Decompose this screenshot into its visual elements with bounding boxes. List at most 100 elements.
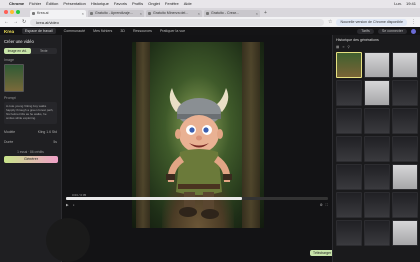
close-tab-icon[interactable]: × [256,10,258,17]
model-label: Modèle [4,130,16,134]
history-thumbnail[interactable] [364,52,390,78]
menu-fichier[interactable]: Fichier [29,0,41,8]
tab-title: Krea.ai [37,11,49,15]
menu-fenetre[interactable]: Fenêtre [165,0,179,8]
model-value[interactable]: Kling 1.6 Std [38,130,57,134]
history-thumbnail[interactable] [364,220,390,246]
duration-value[interactable]: 5s [53,140,57,144]
history-thumbnail[interactable] [364,136,390,162]
close-window-icon[interactable] [4,10,8,14]
browser-tab-strip: Krea.ai × Gratuito - Aprendizaje... × Gr… [0,8,420,17]
history-thumbnail[interactable] [336,136,362,162]
model-row[interactable]: Modèle Kling 1.6 Std [4,130,57,134]
source-image-thumbnail[interactable] [4,64,24,92]
app-header: Krea Espace de travail Communauté Mes fi… [0,27,420,35]
menu-onglet[interactable]: Onglet [148,0,160,8]
reload-icon[interactable]: ↻ [22,19,26,25]
menubar-app-name[interactable]: Chrome [9,0,24,8]
favicon-icon [90,12,93,15]
mode-text[interactable]: Texte [31,48,58,54]
krea-logo[interactable]: Krea [4,29,14,34]
sidebar-title: Créer une vidéo [4,39,34,44]
play-icon[interactable]: ▶ [66,203,69,207]
forward-icon[interactable]: → [13,19,18,25]
browser-menu-icon[interactable]: ⋮ [411,19,416,25]
grid-icon[interactable]: ▦ [336,45,339,49]
history-title: Historique des générations [336,38,379,42]
close-tab-icon[interactable]: × [82,10,84,17]
browser-tab-1[interactable]: Krea.ai × [30,10,86,17]
history-thumbnail[interactable] [364,108,390,134]
history-thumbnail[interactable] [392,108,418,134]
address-bar[interactable]: krea.ai/video [30,18,324,26]
history-thumbnail[interactable] [336,220,362,246]
history-thumbnail[interactable] [336,52,362,78]
video-progress-fill [66,197,242,200]
history-thumbnail[interactable] [392,52,418,78]
mode-toggle: Image en vid. Texte [4,48,57,54]
history-thumbnail[interactable] [336,108,362,134]
menu-aide[interactable]: Aide [184,0,192,8]
history-thumbnail[interactable] [392,192,418,218]
image-label: Image [4,58,14,62]
back-icon[interactable]: ← [4,19,9,25]
tab-title: Gratuito - Aprendizaje... [95,11,133,15]
history-panel: Historique des générations ▦ ≡ ⚲ [332,35,420,262]
menu-favoris[interactable]: Favoris [114,0,127,8]
history-thumbnail[interactable] [336,80,362,106]
menubar-clock: 19:41 [405,1,416,6]
browser-tab-2[interactable]: Gratuito - Aprendizaje... × [88,10,144,17]
history-thumbnail[interactable] [364,164,390,190]
history-thumbnail[interactable] [392,136,418,162]
history-thumbnail[interactable] [336,192,362,218]
nav-3d[interactable]: 3D [120,29,125,33]
avatar[interactable] [411,28,416,34]
close-tab-icon[interactable]: × [198,10,200,17]
pricing-button[interactable]: Tarifs [357,28,374,34]
nav-my-files[interactable]: Mes fichiers [93,29,112,33]
favicon-icon [206,12,209,15]
menu-historique[interactable]: Historique [91,0,109,8]
history-thumbnail[interactable] [392,80,418,106]
history-thumbnail[interactable] [392,220,418,246]
menu-edition[interactable]: Édition [46,0,58,8]
generate-button[interactable]: Générer [4,156,58,163]
menu-profils[interactable]: Profils [132,0,143,8]
player-controls: ▶ ◖ ⚙ ⛶ [62,201,332,209]
zoom-window-icon[interactable] [16,10,20,14]
menu-presentation[interactable]: Présentation [63,0,85,8]
mode-image-to-video[interactable]: Image en vid. [4,48,31,54]
minimize-window-icon[interactable] [10,10,14,14]
favicon-icon [148,12,151,15]
close-tab-icon[interactable]: × [140,10,142,17]
new-tab-icon[interactable]: + [262,10,267,17]
duration-row[interactable]: Durée 5s [4,140,57,144]
nav-community[interactable]: Communauté [64,29,86,33]
tab-title: Gratuito Minerva del... [153,11,189,15]
bookmark-star-icon[interactable]: ☆ [328,19,332,25]
volume-icon[interactable]: ◖ [73,203,75,207]
history-thumbnail[interactable] [336,164,362,190]
prompt-textarea[interactable]: A cute young Viking boy walks happily th… [4,102,57,124]
favicon-icon [32,12,35,15]
window-controls [4,10,20,14]
browser-tab-3[interactable]: Gratuito Minerva del... × [146,10,202,17]
history-tools: ▦ ≡ ⚲ [336,45,417,49]
browser-tab-4[interactable]: Gratuito - Crear... × [204,10,260,17]
filter-icon[interactable]: ⚲ [347,45,350,49]
nav-resources[interactable]: Ressources [133,29,152,33]
menubar-day: Lun. [394,1,402,6]
history-thumbnail[interactable] [392,164,418,190]
history-thumbnail[interactable] [364,80,390,106]
settings-icon[interactable]: ⚙ [320,203,323,207]
credits-info: 1 essai · 86 crédits [17,150,44,154]
download-button[interactable]: Télécharger [310,250,335,256]
nav-practice[interactable]: Pratiquer la vue [160,29,185,33]
history-thumbnail[interactable] [364,192,390,218]
chrome-update-notice[interactable]: Nouvelle version de Chrome disponible [336,18,407,26]
prompt-label: Prompt [4,96,16,100]
fullscreen-icon[interactable]: ⛶ [326,203,328,207]
workspace-selector[interactable]: Espace de travail [22,28,56,34]
login-button[interactable]: Se connecter [377,28,407,34]
list-icon[interactable]: ≡ [342,45,344,49]
